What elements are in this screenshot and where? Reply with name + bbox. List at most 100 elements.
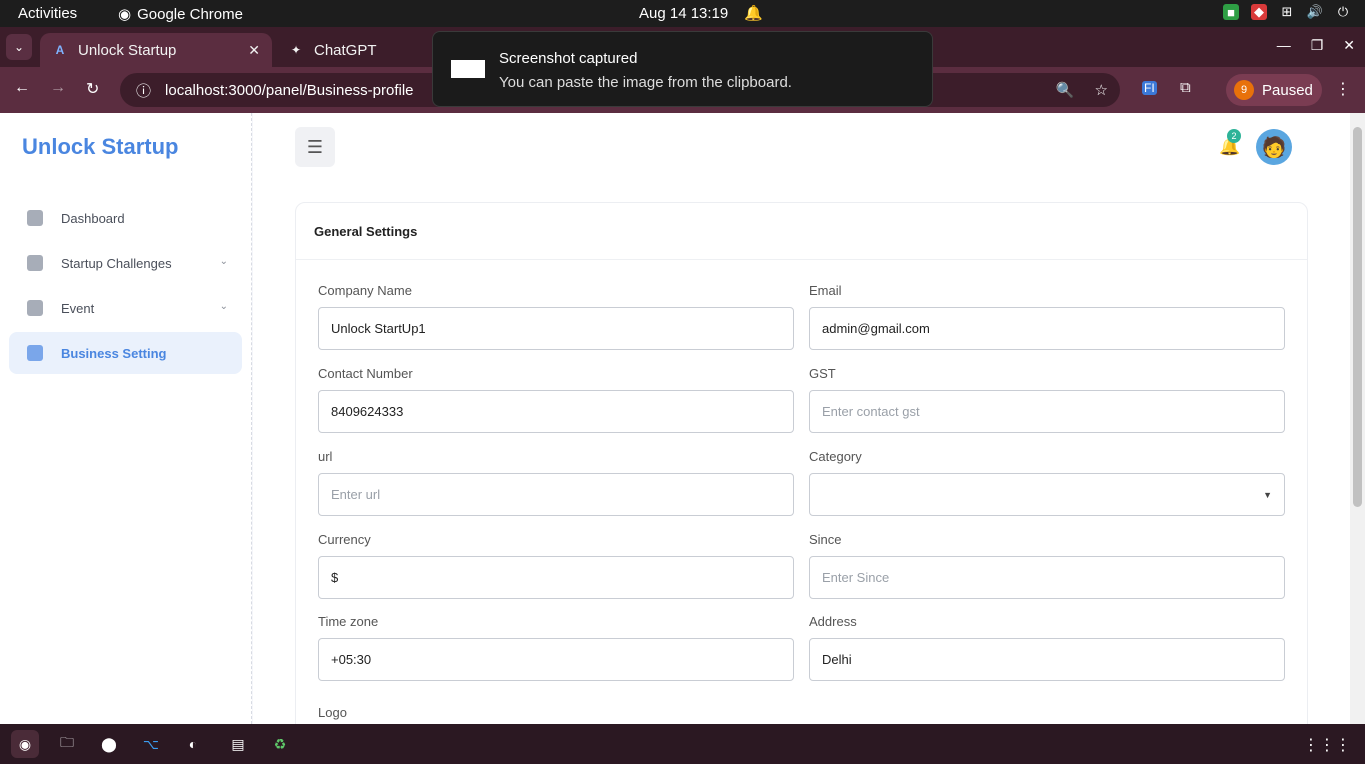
divider xyxy=(296,259,1307,260)
user-avatar[interactable]: 🧑 xyxy=(1256,129,1292,165)
tab-label: ChatGPT xyxy=(314,41,377,59)
tab-unlock-startup[interactable]: A Unlock Startup ✕ xyxy=(40,33,272,67)
volume-icon[interactable]: 🔊 xyxy=(1307,4,1323,20)
mongodb-dock-icon[interactable]: ⬤ xyxy=(95,730,123,758)
app-menu[interactable]: ◉ Google Chrome xyxy=(118,5,243,24)
tray-app-icon[interactable]: ■ xyxy=(1223,4,1239,20)
profile-status: Paused xyxy=(1262,81,1313,99)
url-field: url Enter url xyxy=(318,449,794,516)
general-settings-card: General Settings Company Name Unlock Sta… xyxy=(295,202,1308,742)
clock[interactable]: Aug 14 13:19 xyxy=(639,5,728,22)
tray-app-icon[interactable]: ◆ xyxy=(1251,4,1267,20)
page-scrollbar[interactable] xyxy=(1350,113,1365,724)
notification-count-badge: 2 xyxy=(1227,129,1241,143)
sidebar-item-business-setting[interactable]: Business Setting xyxy=(9,332,242,374)
timezone-input[interactable]: +05:30 xyxy=(318,638,794,681)
toast-title: Screenshot captured xyxy=(499,50,638,67)
since-input[interactable]: Enter Since xyxy=(809,556,1285,599)
screenshot-thumbnail xyxy=(451,60,485,78)
tab-label: Unlock Startup xyxy=(78,41,177,59)
notification-bell-icon[interactable]: 🔔 xyxy=(744,4,763,22)
sidebar-item-dashboard[interactable]: Dashboard xyxy=(9,197,242,239)
back-icon[interactable]: ← xyxy=(14,79,30,97)
field-label: Time zone xyxy=(318,614,379,629)
chrome-icon: ◉ xyxy=(118,6,132,23)
system-tray[interactable]: ■ ◆ ⊞ 🔊 ⏻ xyxy=(1223,4,1351,20)
taskbar: ◉ 🗀 ⬤ ⌥ ◐ ▤ ♻ ⋮⋮⋮ xyxy=(0,724,1365,764)
email-field: Email admin@gmail.com xyxy=(809,283,1285,350)
bookmark-star-icon[interactable]: ☆ xyxy=(1095,81,1108,99)
profile-button[interactable]: 9 Paused xyxy=(1226,74,1322,106)
business-icon xyxy=(27,345,43,361)
sidebar-item-label: Startup Challenges xyxy=(61,255,172,271)
extensions-puzzle-icon[interactable]: ⧉ xyxy=(1180,79,1191,96)
sidebar-item-event[interactable]: Event ⌄ xyxy=(9,287,242,329)
maximize-icon[interactable]: ❐ xyxy=(1311,37,1324,54)
activities-button[interactable]: Activities xyxy=(18,5,77,22)
url-text[interactable]: localhost:3000/panel/Business-profile xyxy=(165,82,414,99)
main-content: ☰ 🔔 2 🧑 General Settings Company Name Unl… xyxy=(253,113,1350,742)
address-field: Address Delhi xyxy=(809,614,1285,681)
logo-field: Logo xyxy=(318,705,794,725)
favicon-icon: ✦ xyxy=(290,43,302,57)
field-label: Address xyxy=(809,614,857,629)
company-name-input[interactable]: Unlock StartUp1 xyxy=(318,307,794,350)
sidebar-item-label: Dashboard xyxy=(61,210,125,226)
more-menu-icon[interactable]: ⋮ xyxy=(1335,79,1351,99)
extension-fi-icon[interactable]: FI xyxy=(1142,81,1157,95)
field-label: Email xyxy=(809,283,842,298)
scrollbar-thumb[interactable] xyxy=(1353,127,1362,507)
field-label: Company Name xyxy=(318,283,412,298)
field-label: Category xyxy=(809,449,862,464)
trash-dock-icon[interactable]: ♻ xyxy=(266,730,294,758)
sidebar-item-startup-challenges[interactable]: Startup Challenges ⌄ xyxy=(9,242,242,284)
files-dock-icon[interactable]: 🗀 xyxy=(53,730,81,758)
site-info-icon[interactable]: ⓘ xyxy=(136,80,151,101)
field-label: Since xyxy=(809,532,842,547)
timezone-field: Time zone +05:30 xyxy=(318,614,794,681)
challenges-icon xyxy=(27,255,43,271)
tab-chatgpt[interactable]: ✦ ChatGPT xyxy=(276,33,436,67)
sidebar-item-label: Event xyxy=(61,300,95,316)
hamburger-menu-icon[interactable]: ☰ xyxy=(295,127,335,167)
sidebar: Unlock Startup Dashboard Startup Challen… xyxy=(0,113,252,724)
chrome-dock-icon[interactable]: ◉ xyxy=(11,730,39,758)
chevron-down-icon: ⌄ xyxy=(219,256,228,267)
reload-icon[interactable]: ↻ xyxy=(86,79,99,99)
os-top-bar: Activities ◉ Google Chrome Aug 14 13:19 … xyxy=(0,0,1365,27)
field-label: Logo xyxy=(318,705,347,720)
profile-badge: 9 xyxy=(1234,80,1254,100)
app-name: Google Chrome xyxy=(137,5,243,23)
email-input[interactable]: admin@gmail.com xyxy=(809,307,1285,350)
contact-number-input[interactable]: 8409624333 xyxy=(318,390,794,433)
disk-dock-icon[interactable]: ▤ xyxy=(224,730,252,758)
forward-icon[interactable]: → xyxy=(50,79,66,97)
close-tab-icon[interactable]: ✕ xyxy=(248,42,260,59)
power-icon[interactable]: ⏻ xyxy=(1335,4,1351,20)
card-title: General Settings xyxy=(314,224,418,239)
dropdown-arrow-icon: ▼ xyxy=(1263,489,1272,500)
gst-input[interactable]: Enter contact gst xyxy=(809,390,1285,433)
close-window-icon[interactable]: ✕ xyxy=(1343,37,1355,54)
currency-input[interactable]: $ xyxy=(318,556,794,599)
company-name-field: Company Name Unlock StartUp1 xyxy=(318,283,794,350)
app-grid-icon[interactable]: ⋮⋮⋮ xyxy=(1303,735,1351,755)
zoom-icon[interactable]: 🔍 xyxy=(1056,81,1075,99)
brand-logo[interactable]: Unlock Startup xyxy=(22,134,178,160)
screenshot-notification[interactable]: Screenshot captured You can paste the im… xyxy=(432,31,933,107)
address-input[interactable]: Delhi xyxy=(809,638,1285,681)
toast-message: You can paste the image from the clipboa… xyxy=(499,74,792,91)
favicon-icon: A xyxy=(55,43,65,57)
sidebar-item-label: Business Setting xyxy=(61,345,167,361)
since-field: Since Enter Since xyxy=(809,532,1285,599)
minimize-icon[interactable]: — xyxy=(1277,37,1291,54)
url-input[interactable]: Enter url xyxy=(318,473,794,516)
tab-search-icon[interactable]: ⌄ xyxy=(6,34,32,60)
category-select[interactable]: ▼ xyxy=(809,473,1285,516)
github-dock-icon[interactable]: ◐ xyxy=(179,730,207,758)
window-controls: — ❐ ✕ xyxy=(1277,37,1355,54)
notifications-bell-icon[interactable]: 🔔 2 xyxy=(1219,129,1241,157)
vscode-dock-icon[interactable]: ⌥ xyxy=(137,730,165,758)
dashboard-icon xyxy=(27,210,43,226)
network-icon[interactable]: ⊞ xyxy=(1279,4,1295,20)
